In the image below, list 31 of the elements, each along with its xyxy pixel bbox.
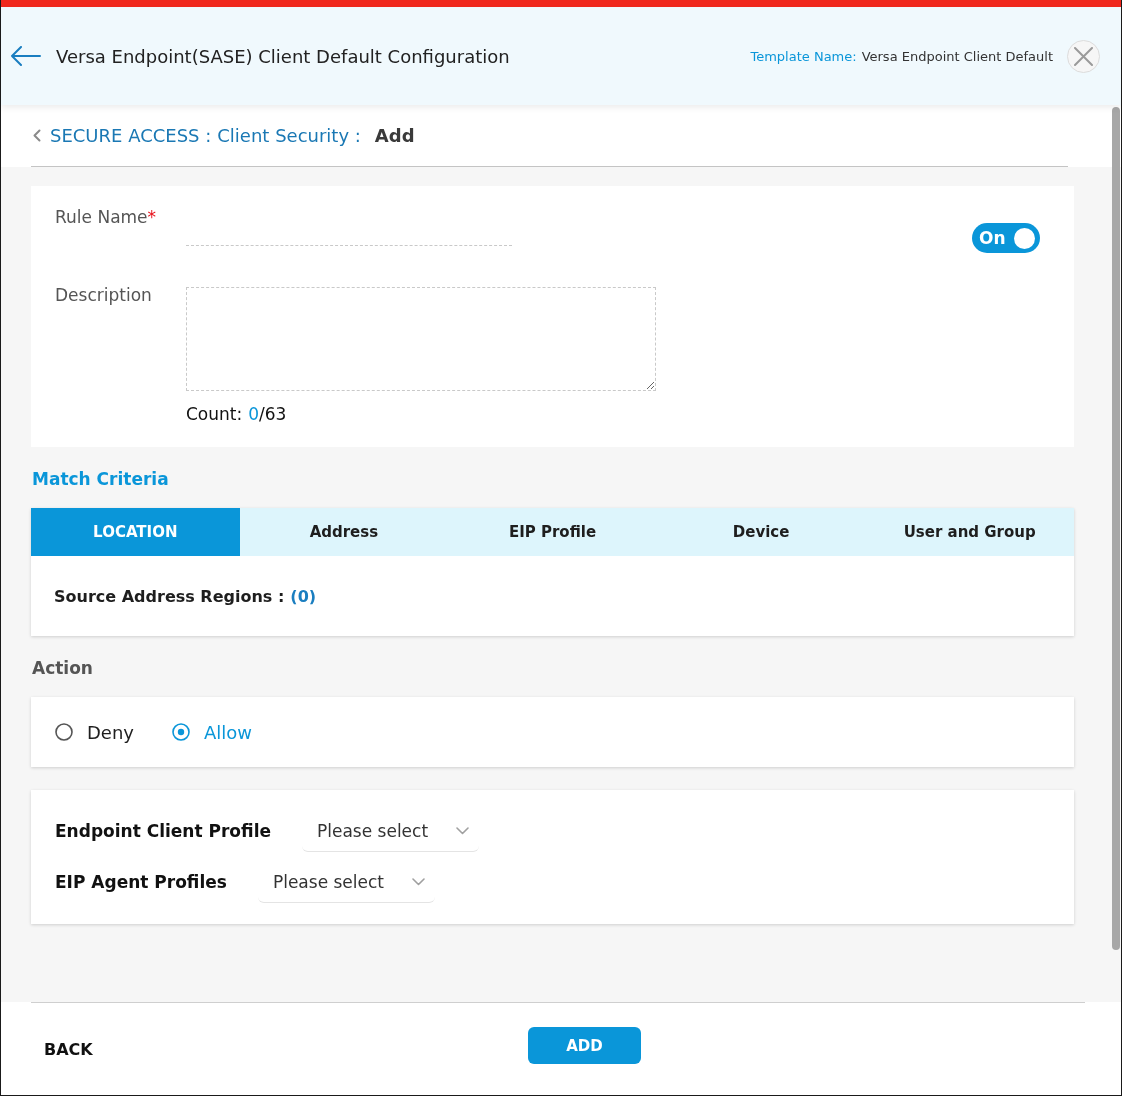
close-icon [1074,46,1093,66]
character-count: Count: 0/63 [186,403,287,425]
back-button[interactable]: BACK [44,1039,93,1061]
scrollbar-thumb[interactable] [1112,107,1120,950]
chevron-down-icon [456,826,469,835]
page-title: Versa Endpoint(SASE) Client Default Configuration [56,45,510,67]
tab[interactable]: Device [656,508,866,556]
select-label: EIP Agent Profiles [55,872,227,892]
select-dropdown[interactable]: Please select [302,810,479,852]
close-button[interactable] [1067,39,1100,73]
field-label: Description [55,284,153,306]
back-arrow-icon[interactable] [10,46,41,66]
field-label: Rule Name* [55,206,158,228]
tab[interactable]: Address [239,508,449,556]
radio-option[interactable]: Deny [55,721,134,743]
regions-count-link[interactable]: (0) [290,586,317,606]
template-name-label: Template Name: [750,48,857,64]
breadcrumb-current: Add [374,125,415,146]
chevron-down-icon [411,877,425,886]
breadcrumb-link[interactable]: Client Security : [217,125,361,146]
tab[interactable]: EIP Profile [448,508,657,556]
breadcrumb-link[interactable]: SECURE ACCESS : [50,125,212,146]
template-name-value: Versa Endpoint Client Default [861,48,1053,64]
source-regions-label: Source Address Regions : [54,586,285,606]
select-dropdown[interactable]: Please select [257,861,435,903]
section-title: Action [32,657,93,679]
chevron-left-icon[interactable] [33,129,41,142]
select-label: Endpoint Client Profile [55,821,271,841]
tab[interactable]: User and Group [865,508,1074,556]
section-title: Match Criteria [32,468,169,490]
toggle-knob [1014,227,1035,249]
